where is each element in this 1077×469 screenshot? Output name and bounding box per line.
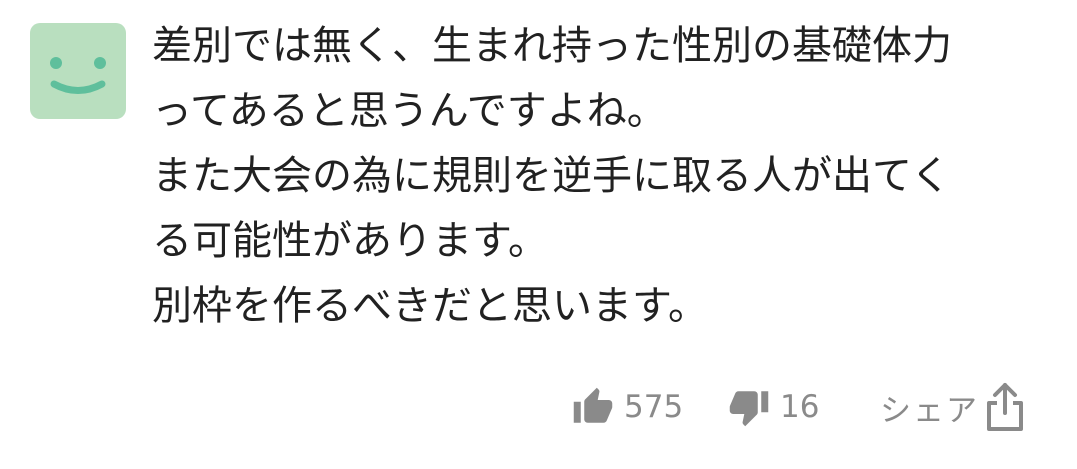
comment-actions: 575 16 シェア	[570, 378, 1050, 436]
smiley-face-icon	[50, 57, 106, 94]
comment-line: また大会の為に規則を逆手に取る人が出てく	[152, 153, 951, 199]
thumbs-down-icon	[729, 391, 769, 427]
comment-card: 差別では無く、生まれ持った性別の基礎体力 ってあると思うんですよね。 また大会の…	[0, 0, 1077, 469]
thumbs-up-icon	[573, 387, 613, 423]
avatar[interactable]	[30, 23, 126, 119]
share-icon	[987, 383, 1023, 431]
share-label: シェア	[880, 392, 979, 429]
comment-line: る可能性があります。	[152, 218, 548, 264]
like-button[interactable]: 575	[572, 378, 683, 436]
comment-line: ってあると思うんですよね。	[152, 88, 667, 134]
dislike-count: 16	[780, 389, 820, 425]
comment-line: 別枠を作るべきだと思います。	[152, 283, 708, 329]
share-button[interactable]: シェア	[880, 378, 1027, 436]
comment-text: 差別では無く、生まれ持った性別の基礎体力 ってあると思うんですよね。 また大会の…	[152, 14, 1062, 339]
like-count: 575	[624, 389, 684, 425]
comment-line: 差別では無く、生まれ持った性別の基礎体力	[152, 23, 952, 69]
dislike-button[interactable]: 16	[728, 378, 819, 436]
